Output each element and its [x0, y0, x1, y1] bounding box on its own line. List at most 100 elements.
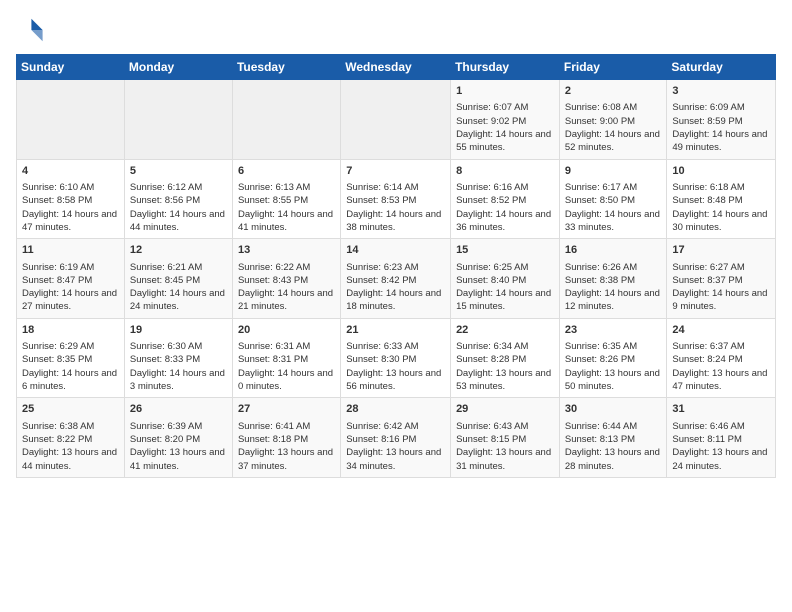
- logo: [16, 16, 46, 44]
- day-content: 16Sunrise: 6:26 AMSunset: 8:38 PMDayligh…: [565, 243, 662, 314]
- sunrise-text: Sunrise: 6:41 AM: [238, 421, 310, 432]
- week-row-3: 11Sunrise: 6:19 AMSunset: 8:47 PMDayligh…: [17, 239, 776, 319]
- day-number: 9: [565, 164, 662, 179]
- daylight-text: Daylight: 13 hours and 53 minutes.: [456, 368, 551, 392]
- sunset-text: Sunset: 8:38 PM: [565, 275, 635, 286]
- sunrise-text: Sunrise: 6:46 AM: [672, 421, 744, 432]
- day-cell: 24Sunrise: 6:37 AMSunset: 8:24 PMDayligh…: [667, 318, 776, 398]
- day-content: 18Sunrise: 6:29 AMSunset: 8:35 PMDayligh…: [22, 323, 119, 394]
- sunset-text: Sunset: 8:35 PM: [22, 354, 92, 365]
- day-cell: 17Sunrise: 6:27 AMSunset: 8:37 PMDayligh…: [667, 239, 776, 319]
- day-content: 31Sunrise: 6:46 AMSunset: 8:11 PMDayligh…: [672, 402, 770, 473]
- daylight-text: Daylight: 14 hours and 36 minutes.: [456, 209, 551, 233]
- day-cell: 7Sunrise: 6:14 AMSunset: 8:53 PMDaylight…: [341, 159, 451, 239]
- day-cell: 3Sunrise: 6:09 AMSunset: 8:59 PMDaylight…: [667, 80, 776, 160]
- daylight-text: Daylight: 13 hours and 41 minutes.: [130, 447, 225, 471]
- day-cell: 27Sunrise: 6:41 AMSunset: 8:18 PMDayligh…: [232, 398, 340, 478]
- day-number: 25: [22, 402, 119, 417]
- day-cell: 16Sunrise: 6:26 AMSunset: 8:38 PMDayligh…: [559, 239, 667, 319]
- day-content: 20Sunrise: 6:31 AMSunset: 8:31 PMDayligh…: [238, 323, 335, 394]
- daylight-text: Daylight: 14 hours and 12 minutes.: [565, 288, 660, 312]
- day-content: 22Sunrise: 6:34 AMSunset: 8:28 PMDayligh…: [456, 323, 554, 394]
- sunset-text: Sunset: 8:55 PM: [238, 195, 308, 206]
- weekday-header-tuesday: Tuesday: [232, 55, 340, 80]
- sunrise-text: Sunrise: 6:14 AM: [346, 182, 418, 193]
- day-number: 20: [238, 323, 335, 338]
- logo-icon: [16, 16, 44, 44]
- daylight-text: Daylight: 14 hours and 33 minutes.: [565, 209, 660, 233]
- sunset-text: Sunset: 8:37 PM: [672, 275, 742, 286]
- day-number: 7: [346, 164, 445, 179]
- sunrise-text: Sunrise: 6:33 AM: [346, 341, 418, 352]
- day-content: 12Sunrise: 6:21 AMSunset: 8:45 PMDayligh…: [130, 243, 227, 314]
- day-cell: 14Sunrise: 6:23 AMSunset: 8:42 PMDayligh…: [341, 239, 451, 319]
- day-number: 19: [130, 323, 227, 338]
- day-cell: 21Sunrise: 6:33 AMSunset: 8:30 PMDayligh…: [341, 318, 451, 398]
- sunset-text: Sunset: 8:42 PM: [346, 275, 416, 286]
- sunset-text: Sunset: 8:33 PM: [130, 354, 200, 365]
- day-content: 6Sunrise: 6:13 AMSunset: 8:55 PMDaylight…: [238, 164, 335, 235]
- day-cell: [232, 80, 340, 160]
- day-cell: 26Sunrise: 6:39 AMSunset: 8:20 PMDayligh…: [124, 398, 232, 478]
- sunset-text: Sunset: 9:00 PM: [565, 116, 635, 127]
- day-cell: 22Sunrise: 6:34 AMSunset: 8:28 PMDayligh…: [451, 318, 560, 398]
- weekday-header-sunday: Sunday: [17, 55, 125, 80]
- day-content: 19Sunrise: 6:30 AMSunset: 8:33 PMDayligh…: [130, 323, 227, 394]
- day-cell: [17, 80, 125, 160]
- sunset-text: Sunset: 8:43 PM: [238, 275, 308, 286]
- day-number: 6: [238, 164, 335, 179]
- day-number: 2: [565, 84, 662, 99]
- daylight-text: Daylight: 14 hours and 24 minutes.: [130, 288, 225, 312]
- sunrise-text: Sunrise: 6:21 AM: [130, 262, 202, 273]
- sunrise-text: Sunrise: 6:44 AM: [565, 421, 637, 432]
- sunrise-text: Sunrise: 6:12 AM: [130, 182, 202, 193]
- sunset-text: Sunset: 8:20 PM: [130, 434, 200, 445]
- sunset-text: Sunset: 8:16 PM: [346, 434, 416, 445]
- sunset-text: Sunset: 8:13 PM: [565, 434, 635, 445]
- weekday-header-row: SundayMondayTuesdayWednesdayThursdayFrid…: [17, 55, 776, 80]
- daylight-text: Daylight: 14 hours and 52 minutes.: [565, 129, 660, 153]
- day-cell: 1Sunrise: 6:07 AMSunset: 9:02 PMDaylight…: [451, 80, 560, 160]
- day-cell: 28Sunrise: 6:42 AMSunset: 8:16 PMDayligh…: [341, 398, 451, 478]
- day-number: 23: [565, 323, 662, 338]
- day-content: 15Sunrise: 6:25 AMSunset: 8:40 PMDayligh…: [456, 243, 554, 314]
- day-content: 28Sunrise: 6:42 AMSunset: 8:16 PMDayligh…: [346, 402, 445, 473]
- day-content: 23Sunrise: 6:35 AMSunset: 8:26 PMDayligh…: [565, 323, 662, 394]
- sunset-text: Sunset: 8:47 PM: [22, 275, 92, 286]
- sunrise-text: Sunrise: 6:22 AM: [238, 262, 310, 273]
- day-cell: 9Sunrise: 6:17 AMSunset: 8:50 PMDaylight…: [559, 159, 667, 239]
- day-cell: 2Sunrise: 6:08 AMSunset: 9:00 PMDaylight…: [559, 80, 667, 160]
- sunrise-text: Sunrise: 6:26 AM: [565, 262, 637, 273]
- day-number: 31: [672, 402, 770, 417]
- calendar-table: SundayMondayTuesdayWednesdayThursdayFrid…: [16, 54, 776, 478]
- sunrise-text: Sunrise: 6:16 AM: [456, 182, 528, 193]
- day-content: 29Sunrise: 6:43 AMSunset: 8:15 PMDayligh…: [456, 402, 554, 473]
- daylight-text: Daylight: 13 hours and 31 minutes.: [456, 447, 551, 471]
- sunset-text: Sunset: 8:50 PM: [565, 195, 635, 206]
- sunrise-text: Sunrise: 6:42 AM: [346, 421, 418, 432]
- day-number: 22: [456, 323, 554, 338]
- day-content: 10Sunrise: 6:18 AMSunset: 8:48 PMDayligh…: [672, 164, 770, 235]
- sunset-text: Sunset: 8:53 PM: [346, 195, 416, 206]
- daylight-text: Daylight: 14 hours and 41 minutes.: [238, 209, 333, 233]
- day-cell: 4Sunrise: 6:10 AMSunset: 8:58 PMDaylight…: [17, 159, 125, 239]
- daylight-text: Daylight: 14 hours and 21 minutes.: [238, 288, 333, 312]
- day-cell: 18Sunrise: 6:29 AMSunset: 8:35 PMDayligh…: [17, 318, 125, 398]
- sunset-text: Sunset: 8:59 PM: [672, 116, 742, 127]
- sunrise-text: Sunrise: 6:25 AM: [456, 262, 528, 273]
- sunset-text: Sunset: 8:52 PM: [456, 195, 526, 206]
- day-cell: 30Sunrise: 6:44 AMSunset: 8:13 PMDayligh…: [559, 398, 667, 478]
- day-number: 30: [565, 402, 662, 417]
- day-number: 4: [22, 164, 119, 179]
- day-cell: 12Sunrise: 6:21 AMSunset: 8:45 PMDayligh…: [124, 239, 232, 319]
- day-number: 17: [672, 243, 770, 258]
- daylight-text: Daylight: 14 hours and 0 minutes.: [238, 368, 333, 392]
- sunrise-text: Sunrise: 6:43 AM: [456, 421, 528, 432]
- sunset-text: Sunset: 8:58 PM: [22, 195, 92, 206]
- day-content: 27Sunrise: 6:41 AMSunset: 8:18 PMDayligh…: [238, 402, 335, 473]
- sunrise-text: Sunrise: 6:09 AM: [672, 102, 744, 113]
- daylight-text: Daylight: 14 hours and 3 minutes.: [130, 368, 225, 392]
- sunset-text: Sunset: 8:11 PM: [672, 434, 742, 445]
- day-cell: 15Sunrise: 6:25 AMSunset: 8:40 PMDayligh…: [451, 239, 560, 319]
- day-content: 30Sunrise: 6:44 AMSunset: 8:13 PMDayligh…: [565, 402, 662, 473]
